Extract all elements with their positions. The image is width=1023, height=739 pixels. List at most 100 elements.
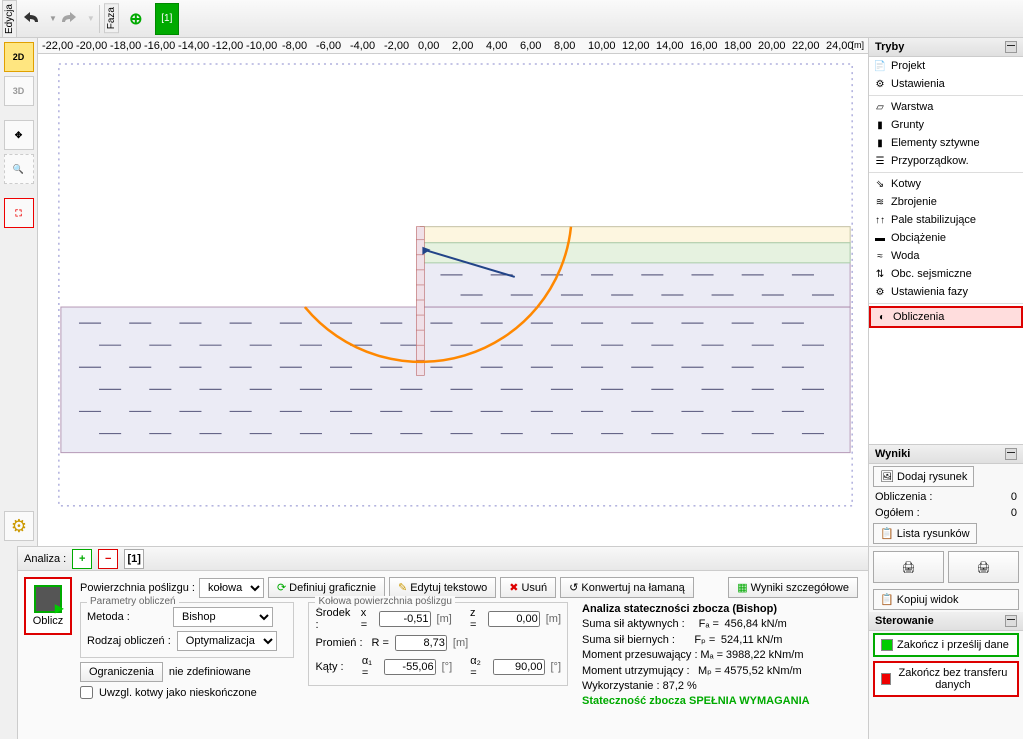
r-input[interactable]	[395, 635, 447, 651]
calculate-button[interactable]: Oblicz	[24, 577, 72, 635]
refresh-icon: ⟳	[277, 581, 286, 594]
settings-gear-button[interactable]: ⚙	[4, 511, 34, 541]
ruler-horizontal: -22,00 -20,00 -18,00 -16,00 -14,00 -12,0…	[38, 38, 868, 54]
mode-item-zbrojenie[interactable]: ≋ Zbrojenie	[869, 193, 1023, 211]
mode-item-woda[interactable]: ≈ Woda	[869, 247, 1023, 265]
copy-icon: 📋	[880, 594, 894, 606]
minimize-icon[interactable]: —	[1005, 615, 1017, 627]
surface-select[interactable]: kołowa	[199, 578, 264, 598]
add-analysis-button[interactable]: +	[72, 549, 92, 569]
mode-item-kotwy[interactable]: ⇘Kotwy	[869, 175, 1023, 193]
remove-analysis-button[interactable]: −	[98, 549, 118, 569]
mode-icon: ▱	[873, 100, 887, 114]
mode-icon: ▮	[873, 136, 887, 150]
mode-item-grunty[interactable]: ▮ Grunty	[869, 116, 1023, 134]
print-color-button[interactable]: 🖨	[948, 551, 1019, 583]
mode-item-projekt[interactable]: 📄Projekt	[869, 57, 1023, 75]
redo-button[interactable]	[58, 5, 86, 33]
convert-icon: ↺	[569, 581, 578, 594]
table-icon: ▦	[737, 581, 747, 594]
mode-label: Grunty	[891, 119, 924, 131]
view-3d-button[interactable]: 3D	[4, 76, 34, 106]
mode-label: Zbrojenie	[891, 196, 937, 208]
a2-input[interactable]	[493, 659, 545, 675]
add-drawing-button[interactable]: 🖼 Dodaj rysunek	[873, 466, 974, 487]
printer-icon: 🖨	[902, 561, 916, 574]
results-text: Analiza stateczności zbocza (Bishop) Sum…	[582, 602, 862, 710]
calc-side-tab[interactable]	[0, 546, 18, 739]
mode-label: Ustawienia fazy	[891, 286, 968, 298]
mode-label: Obciążenie	[891, 232, 946, 244]
fit-button[interactable]: ⛶	[4, 198, 34, 228]
minimize-icon[interactable]: —	[1005, 448, 1017, 460]
mode-label: Przyporządkow.	[891, 155, 969, 167]
finish-cancel-button[interactable]: Zakończ bez transferu danych	[873, 661, 1019, 697]
mode-label: Elementy sztywne	[891, 137, 980, 149]
phase-1-button[interactable]: [1]	[155, 3, 179, 35]
pan-button[interactable]: ✥	[4, 120, 34, 150]
check-icon	[881, 639, 893, 651]
mode-item-obc-sejsmiczne[interactable]: ⇅Obc. sejsmiczne	[869, 265, 1023, 283]
mode-label: Pale stabilizujące	[891, 214, 976, 226]
mode-icon: ↑↑	[873, 213, 887, 227]
mode-item-elementy-sztywne[interactable]: ▮ Elementy sztywne	[869, 134, 1023, 152]
mode-icon: ≋	[873, 195, 887, 209]
canvas[interactable]: -22,00 -20,00 -18,00 -16,00 -14,00 -12,0…	[38, 38, 868, 546]
mode-label: Kotwy	[891, 178, 921, 190]
x-input[interactable]	[379, 611, 431, 627]
mode-icon: 📄	[873, 59, 887, 73]
mode-item-przyporz-dkow-[interactable]: ☰ Przyporządkow.	[869, 152, 1023, 170]
bottom-right-panel: 🖨 🖨 📋 Kopiuj widok Sterowanie— Zakończ i…	[868, 546, 1023, 739]
mode-label: Obliczenia	[893, 311, 944, 323]
define-graphic-button[interactable]: ⟳Definiuj graficznie	[268, 577, 385, 598]
steering-header: Sterowanie—	[869, 612, 1023, 631]
edit-tab[interactable]: Edycja	[2, 0, 17, 38]
mode-item-obci-enie[interactable]: ▬Obciążenie	[869, 229, 1023, 247]
modes-tree: 📄Projekt ⚙ Ustawienia ▱ Warstwa ▮ Grunty ▮ Eleme…	[869, 57, 1023, 444]
z-input[interactable]	[488, 611, 540, 627]
mode-item-ustawienia[interactable]: ⚙ Ustawienia	[869, 75, 1023, 93]
mode-icon: ⚙	[873, 77, 887, 91]
x-icon	[881, 673, 891, 685]
mode-item-obliczenia[interactable]: ◐Obliczenia	[869, 306, 1023, 328]
anchors-checkbox[interactable]	[80, 686, 93, 699]
mode-label: Warstwa	[891, 101, 933, 113]
detailed-results-button[interactable]: ▦Wyniki szczegółowe	[728, 577, 858, 598]
mode-item-ustawienia-fazy[interactable]: ⚙ Ustawienia fazy	[869, 283, 1023, 301]
right-panel: Tryby — 📄Projekt ⚙ Ustawienia ▱ Warstwa ▮ Grun…	[868, 38, 1023, 546]
finish-send-button[interactable]: Zakończ i prześlij dane	[873, 633, 1019, 657]
plus-icon: 🖼	[880, 471, 894, 483]
analysis-bar: Analiza : + − [1]	[18, 547, 868, 571]
mode-icon: ☰	[873, 154, 887, 168]
printer-icon: 🖨	[977, 561, 991, 574]
phase-tab[interactable]: Faza	[104, 3, 119, 33]
add-phase-button[interactable]: ⊕	[122, 5, 150, 33]
method-select[interactable]: Bishop	[173, 607, 273, 627]
edit-text-button[interactable]: ✎Edytuj tekstowo	[389, 577, 496, 598]
drawing-list-button[interactable]: 📋 Lista rysunków	[873, 523, 977, 544]
delete-button[interactable]: ✖Usuń	[500, 577, 556, 598]
a1-input[interactable]	[384, 659, 436, 675]
constraints-button[interactable]: Ograniczenia	[80, 662, 163, 682]
mode-item-pale-stabilizuj-ce[interactable]: ↑↑ Pale stabilizujące	[869, 211, 1023, 229]
mode-item-warstwa[interactable]: ▱ Warstwa	[869, 98, 1023, 116]
mode-icon: ≈	[873, 249, 887, 263]
mode-label: Obc. sejsmiczne	[891, 268, 972, 280]
mode-label: Ustawienia	[891, 78, 945, 90]
gear-icon: ⚙	[11, 516, 27, 537]
top-toolbar: Edycja ▼ ▼ Faza ⊕ [1]	[0, 0, 1023, 38]
calc-type-select[interactable]: Optymalizacja	[177, 631, 277, 651]
mode-label: Woda	[891, 250, 920, 262]
modes-header: Tryby —	[869, 38, 1023, 57]
mode-icon: ▮	[873, 118, 887, 132]
copy-view-button[interactable]: 📋 Kopiuj widok	[873, 589, 1019, 610]
view-2d-button[interactable]: 2D	[4, 42, 34, 72]
mode-icon: ⚙	[873, 285, 887, 299]
analysis-1-button[interactable]: [1]	[124, 549, 144, 569]
results-header: Wyniki —	[869, 445, 1023, 464]
undo-button[interactable]	[20, 5, 48, 33]
print-button[interactable]: 🖨	[873, 551, 944, 583]
minimize-icon[interactable]: —	[1005, 41, 1017, 53]
convert-button[interactable]: ↺Konwertuj na łamaną	[560, 577, 694, 598]
zoom-button[interactable]: 🔍	[4, 154, 34, 184]
